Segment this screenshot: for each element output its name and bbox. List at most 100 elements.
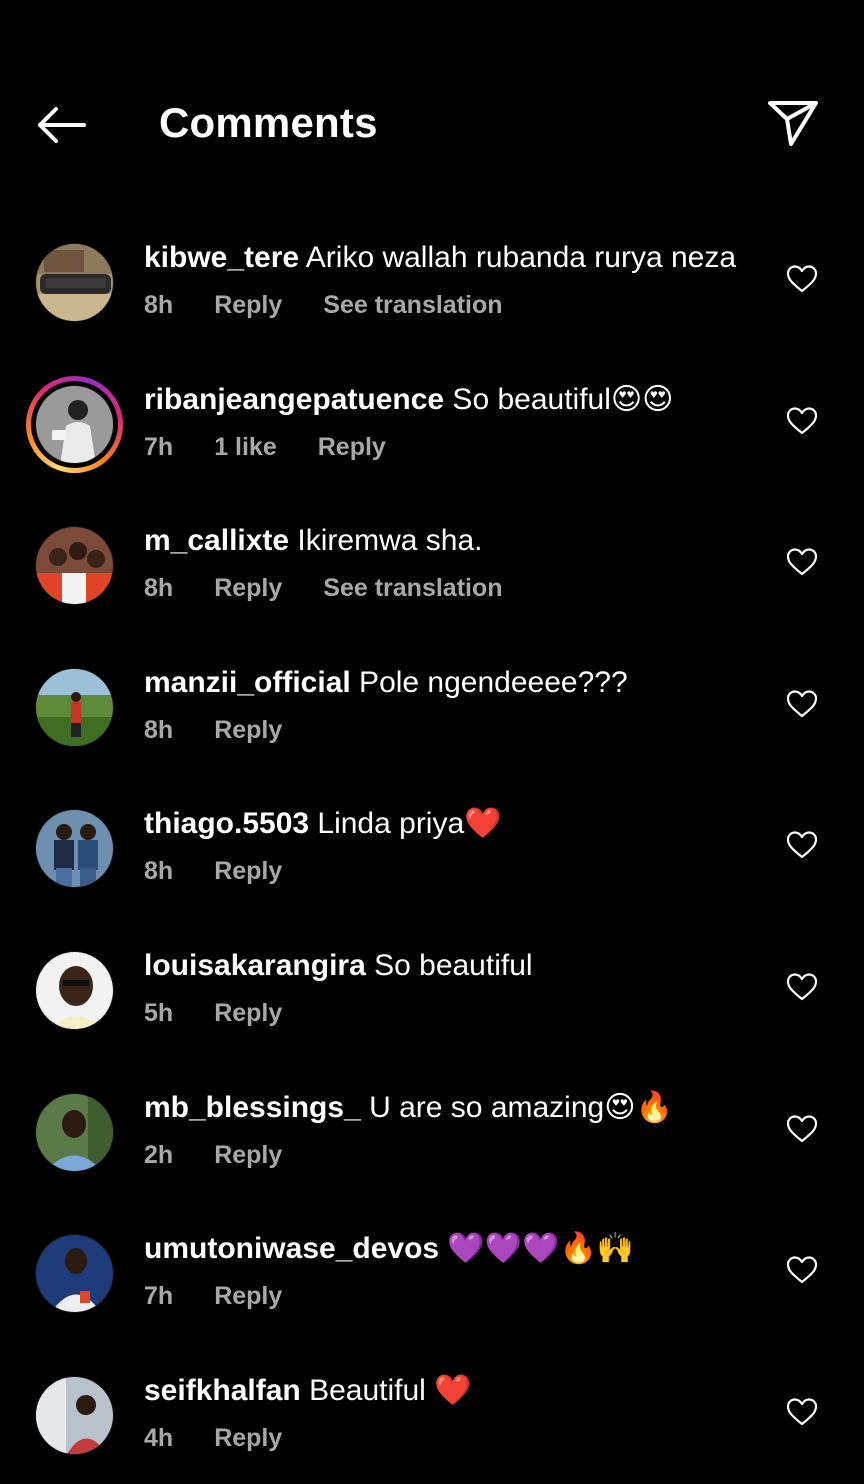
like-heart-icon[interactable] xyxy=(786,689,818,719)
likes-count[interactable]: 1 like xyxy=(214,433,277,461)
like-heart-icon[interactable] xyxy=(786,1397,818,1427)
comment-item: louisakarangira So beautiful 5h Reply xyxy=(0,918,864,1060)
avatar xyxy=(35,384,114,464)
comment-item: seifkhalfan Beautiful ❤️ 4h Reply xyxy=(0,1343,864,1484)
avatar-button[interactable] xyxy=(35,1234,114,1314)
comment-time: 8h xyxy=(144,857,174,886)
comment-text: Pole ngendeeee??? xyxy=(350,665,628,699)
avatar-button[interactable] xyxy=(35,950,114,1030)
see-translation-button[interactable]: See translation xyxy=(323,574,502,602)
avatar xyxy=(35,526,114,606)
comment-username[interactable]: mb_blessings_ xyxy=(144,1091,361,1124)
comment-meta: 2h Reply xyxy=(144,1138,323,1172)
avatar xyxy=(35,809,114,889)
avatar xyxy=(35,667,114,747)
avatar-button[interactable] xyxy=(26,375,123,473)
header: Comments xyxy=(0,0,864,200)
comment-item: m_callixte Ikiremwa sha. 8h Reply See tran… xyxy=(0,493,864,635)
comment-username[interactable]: thiago.5503 xyxy=(144,807,309,840)
comment-line: mb_blessings_ U are so amazing😍🔥 xyxy=(144,1088,764,1128)
comment-item: kibwe_tere Ariko wallah rubanda rurya ne… xyxy=(0,210,864,352)
comment-meta: 5h Reply xyxy=(144,996,323,1030)
comment-meta: 8h Reply xyxy=(144,854,323,888)
like-heart-icon[interactable] xyxy=(786,972,818,1002)
comment-meta: 8h Reply See translation xyxy=(144,288,544,322)
page-title: Comments xyxy=(159,99,378,146)
avatar xyxy=(35,1234,114,1314)
comment-meta: 4h Reply xyxy=(144,1421,323,1455)
reply-button[interactable]: Reply xyxy=(214,1282,282,1310)
comment-item: umutoniwase_devos 💜💜💜🔥🙌 7h Reply xyxy=(0,1201,864,1343)
comment-time: 8h xyxy=(144,291,174,319)
comment-meta: 7h Reply xyxy=(144,1279,323,1313)
reply-button[interactable]: Reply xyxy=(214,1141,282,1169)
reply-button[interactable]: Reply xyxy=(214,999,282,1027)
comment-line: louisakarangira So beautiful xyxy=(144,946,764,986)
comment-line: m_callixte Ikiremwa sha. xyxy=(144,521,764,561)
comment-text: Ariko wallah rubanda rurya neza xyxy=(299,241,737,274)
reply-button[interactable]: Reply xyxy=(214,574,282,602)
see-translation-button[interactable]: See translation xyxy=(323,291,502,319)
comment-time: 7h xyxy=(144,1282,174,1311)
avatar xyxy=(35,243,114,322)
comment-text: U are so amazing😍🔥 xyxy=(360,1090,673,1124)
avatar-button[interactable] xyxy=(35,809,114,889)
comment-time: 5h xyxy=(144,998,174,1027)
comment-username[interactable]: m_callixte xyxy=(144,524,289,557)
comment-item: thiago.5503 Linda priya❤️ 8h Reply xyxy=(0,776,864,918)
comment-username[interactable]: umutoniwase_devos xyxy=(144,1232,439,1265)
comment-line: seifkhalfan Beautiful ❤️ xyxy=(144,1371,764,1411)
reply-button[interactable]: Reply xyxy=(214,716,282,744)
comment-username[interactable]: ribanjeangepatuence xyxy=(144,383,444,416)
share-button[interactable] xyxy=(760,92,826,154)
send-icon xyxy=(768,101,818,146)
reply-button[interactable]: Reply xyxy=(214,1424,282,1452)
comment-text: So beautiful😍😍 xyxy=(444,382,674,416)
comment-time: 4h xyxy=(144,1423,174,1452)
like-heart-icon[interactable] xyxy=(786,264,818,294)
comment-time: 2h xyxy=(144,1140,174,1169)
comment-meta: 7h 1 like Reply xyxy=(144,430,427,464)
avatar xyxy=(35,1375,114,1455)
comment-text: 💜💜💜🔥🙌 xyxy=(439,1232,635,1266)
comment-text: Beautiful ❤️ xyxy=(300,1373,472,1407)
comment-text: Linda priya❤️ xyxy=(309,807,502,841)
comment-time: 7h xyxy=(144,432,174,461)
comment-item: mb_blessings_ U are so amazing😍🔥 2h Reply xyxy=(0,1060,864,1202)
comment-text: So beautiful xyxy=(365,948,533,982)
comment-list: kibwe_tere Ariko wallah rubanda rurya ne… xyxy=(0,210,864,1484)
back-arrow-icon xyxy=(38,107,86,143)
reply-button[interactable]: Reply xyxy=(318,433,386,461)
reply-button[interactable]: Reply xyxy=(214,857,282,885)
avatar-button[interactable] xyxy=(35,1092,114,1172)
comment-username[interactable]: seifkhalfan xyxy=(144,1374,301,1407)
like-heart-icon[interactable] xyxy=(786,406,818,436)
comment-time: 8h xyxy=(144,574,174,603)
comment-time: 8h xyxy=(144,715,174,744)
avatar-button[interactable] xyxy=(35,526,114,606)
comment-username[interactable]: manzii_official xyxy=(144,666,351,699)
like-heart-icon[interactable] xyxy=(786,1114,818,1144)
like-heart-icon[interactable] xyxy=(786,830,818,860)
comment-username[interactable]: kibwe_tere xyxy=(144,241,299,274)
comment-meta: 8h Reply xyxy=(144,713,323,747)
comment-meta: 8h Reply See translation xyxy=(144,571,544,605)
like-heart-icon[interactable] xyxy=(786,1255,818,1285)
avatar xyxy=(35,1092,114,1172)
comment-text: Ikiremwa sha. xyxy=(289,524,483,558)
reply-button[interactable]: Reply xyxy=(214,291,282,319)
comment-line: thiago.5503 Linda priya❤️ xyxy=(144,804,764,844)
comment-line: ribanjeangepatuence So beautiful😍😍 xyxy=(144,380,764,420)
avatar-button[interactable] xyxy=(35,243,114,322)
comment-username[interactable]: louisakarangira xyxy=(144,949,366,982)
comment-item: manzii_official Pole ngendeeee??? 8h Repl… xyxy=(0,635,864,777)
comment-line: kibwe_tere Ariko wallah rubanda rurya ne… xyxy=(144,238,764,278)
comment-line: umutoniwase_devos 💜💜💜🔥🙌 xyxy=(144,1229,764,1269)
back-button[interactable] xyxy=(28,96,94,154)
like-heart-icon[interactable] xyxy=(786,547,818,577)
comment-line: manzii_official Pole ngendeeee??? xyxy=(144,663,764,703)
comment-item: ribanjeangepatuence So beautiful😍😍 7h 1 l… xyxy=(0,352,864,494)
avatar-button[interactable] xyxy=(35,1375,114,1455)
avatar-button[interactable] xyxy=(35,667,114,747)
avatar xyxy=(35,950,114,1030)
